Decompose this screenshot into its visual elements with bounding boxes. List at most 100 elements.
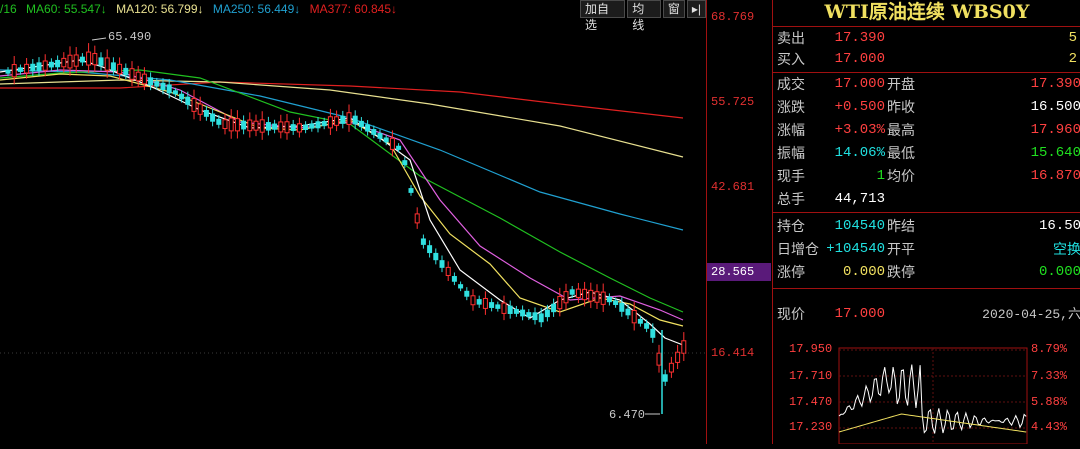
amplitude-value: 14.06%: [834, 145, 885, 161]
limit-down-value: 0.000: [1038, 264, 1080, 280]
now-price-row: 现价 17.000 2020-04-25,六: [773, 304, 1080, 325]
quote-row-9: 涨停 0.000 跌停 0.000: [773, 262, 1080, 283]
quote-row-5: 现手 1 均价 16.870: [773, 166, 1080, 187]
change-pct-label: 涨幅: [777, 122, 805, 138]
intraday-price-line: [838, 364, 1027, 434]
candle-body: [613, 300, 619, 305]
ma-legend-bar: /16 MA60: 55.547↓ MA120: 56.799↓ MA250: …: [0, 0, 580, 18]
candle-body: [650, 328, 656, 338]
candle-body: [265, 122, 271, 131]
divider: [773, 26, 1080, 27]
quote-row-1: 成交 17.000 开盘 17.390: [773, 74, 1080, 95]
sell-row[interactable]: 卖出 17.390 5: [773, 28, 1080, 49]
ma120-line: [0, 69, 684, 231]
candle-body: [389, 137, 395, 150]
candle-body: [216, 118, 222, 125]
price-tick-3: 42.681: [711, 180, 755, 194]
candle-body: [557, 295, 563, 310]
sell-price: 17.390: [834, 30, 885, 46]
buy-row[interactable]: 买入 17.000 2: [773, 49, 1080, 70]
intraday-price-3: 17.470: [789, 395, 833, 409]
candle-body: [464, 290, 470, 297]
candle-body: [148, 77, 154, 86]
divider: [773, 288, 1080, 289]
amplitude-label: 振幅: [777, 145, 805, 161]
chart-toolbar: 加自选 均线 窗 ▸|: [578, 0, 706, 32]
candle-body: [588, 289, 594, 302]
avg-price-label: 均价: [887, 168, 915, 184]
candle-body: [154, 81, 160, 87]
candle-body: [290, 124, 296, 131]
add-watchlist-button[interactable]: 加自选: [580, 0, 626, 32]
candle-body: [414, 213, 420, 224]
candle-body: [327, 116, 333, 129]
candle-body: [222, 119, 228, 130]
candle-body: [79, 56, 85, 63]
open-close-value: 空换: [1053, 241, 1080, 257]
price-tick-2: 55.725: [711, 95, 755, 109]
candle-body: [86, 51, 92, 66]
candle-body: [24, 63, 30, 74]
candle-body: [594, 291, 600, 303]
candle-body: [482, 297, 488, 309]
candle-body: [346, 112, 352, 125]
candle-body: [439, 260, 445, 268]
ma-settings-button[interactable]: 均线: [627, 0, 661, 32]
prev-close-value: 16.500: [1030, 99, 1080, 115]
candle-body: [501, 302, 507, 314]
change-label: 涨跌: [777, 99, 805, 115]
limit-up-label: 涨停: [777, 264, 805, 280]
kline-chart[interactable]: /16 MA60: 55.547↓ MA120: 56.799↓ MA250: …: [0, 0, 706, 444]
change-value: +0.500: [834, 99, 885, 115]
candle-body: [73, 54, 79, 67]
candle-body: [582, 288, 588, 301]
candle-body: [135, 71, 141, 82]
window-button[interactable]: 窗: [662, 0, 685, 18]
candle-body: [309, 123, 315, 129]
candle-body: [11, 64, 17, 78]
candle-body: [513, 308, 519, 314]
intraday-price-2: 17.710: [789, 369, 833, 383]
candle-body: [656, 352, 662, 366]
candle-body: [520, 309, 526, 317]
expand-panel-icon[interactable]: ▸|: [686, 0, 706, 18]
high-leader-line: [91, 37, 107, 41]
candle-body: [495, 304, 501, 309]
candle-body: [445, 266, 451, 276]
limit-down-label: 跌停: [887, 264, 915, 280]
candle-body: [662, 374, 668, 382]
quote-row-4: 振幅 14.06% 最低 15.640: [773, 143, 1080, 164]
intraday-pct-2: 7.33%: [1031, 369, 1068, 383]
intraday-pct-3: 5.88%: [1031, 395, 1068, 409]
kline-svg: [0, 37, 706, 415]
candle-body: [5, 69, 11, 74]
ma5-line: [0, 59, 684, 346]
total-volume-value: 44,713: [834, 191, 885, 207]
candle-body: [42, 60, 48, 71]
limit-up-value: 0.000: [842, 264, 885, 280]
candle-body: [185, 96, 191, 105]
quote-row-7: 持仓 104540 昨结 16.50: [773, 216, 1080, 237]
ma250-label: MA250: 56.449↓: [212, 2, 301, 16]
candle-body: [408, 188, 414, 193]
prev-settle-value: 16.50: [1038, 218, 1080, 234]
candle-body: [619, 302, 625, 312]
last-volume-value: 1: [876, 168, 885, 184]
ma120-label: MA120: 56.799↓: [116, 2, 204, 16]
ma60-label: MA60: 55.547↓: [26, 2, 107, 16]
candle-body: [228, 117, 234, 132]
candle-body: [92, 53, 98, 66]
total-volume-label: 总手: [777, 191, 805, 207]
intraday-chart[interactable]: 17.950 17.710 17.470 17.230 8.79% 7.33% …: [773, 336, 1080, 445]
intraday-pct-4: 4.43%: [1031, 420, 1068, 434]
candle-body: [575, 288, 581, 298]
candle-body: [377, 133, 383, 139]
candle-body: [296, 123, 302, 133]
candle-body: [340, 115, 346, 124]
candle-body: [160, 82, 166, 91]
candle-body: [259, 119, 265, 133]
candle-body: [234, 118, 240, 132]
candle-body: [129, 68, 135, 80]
change-pct-value: +3.03%: [834, 122, 885, 138]
intraday-pct-1: 8.79%: [1031, 342, 1068, 356]
